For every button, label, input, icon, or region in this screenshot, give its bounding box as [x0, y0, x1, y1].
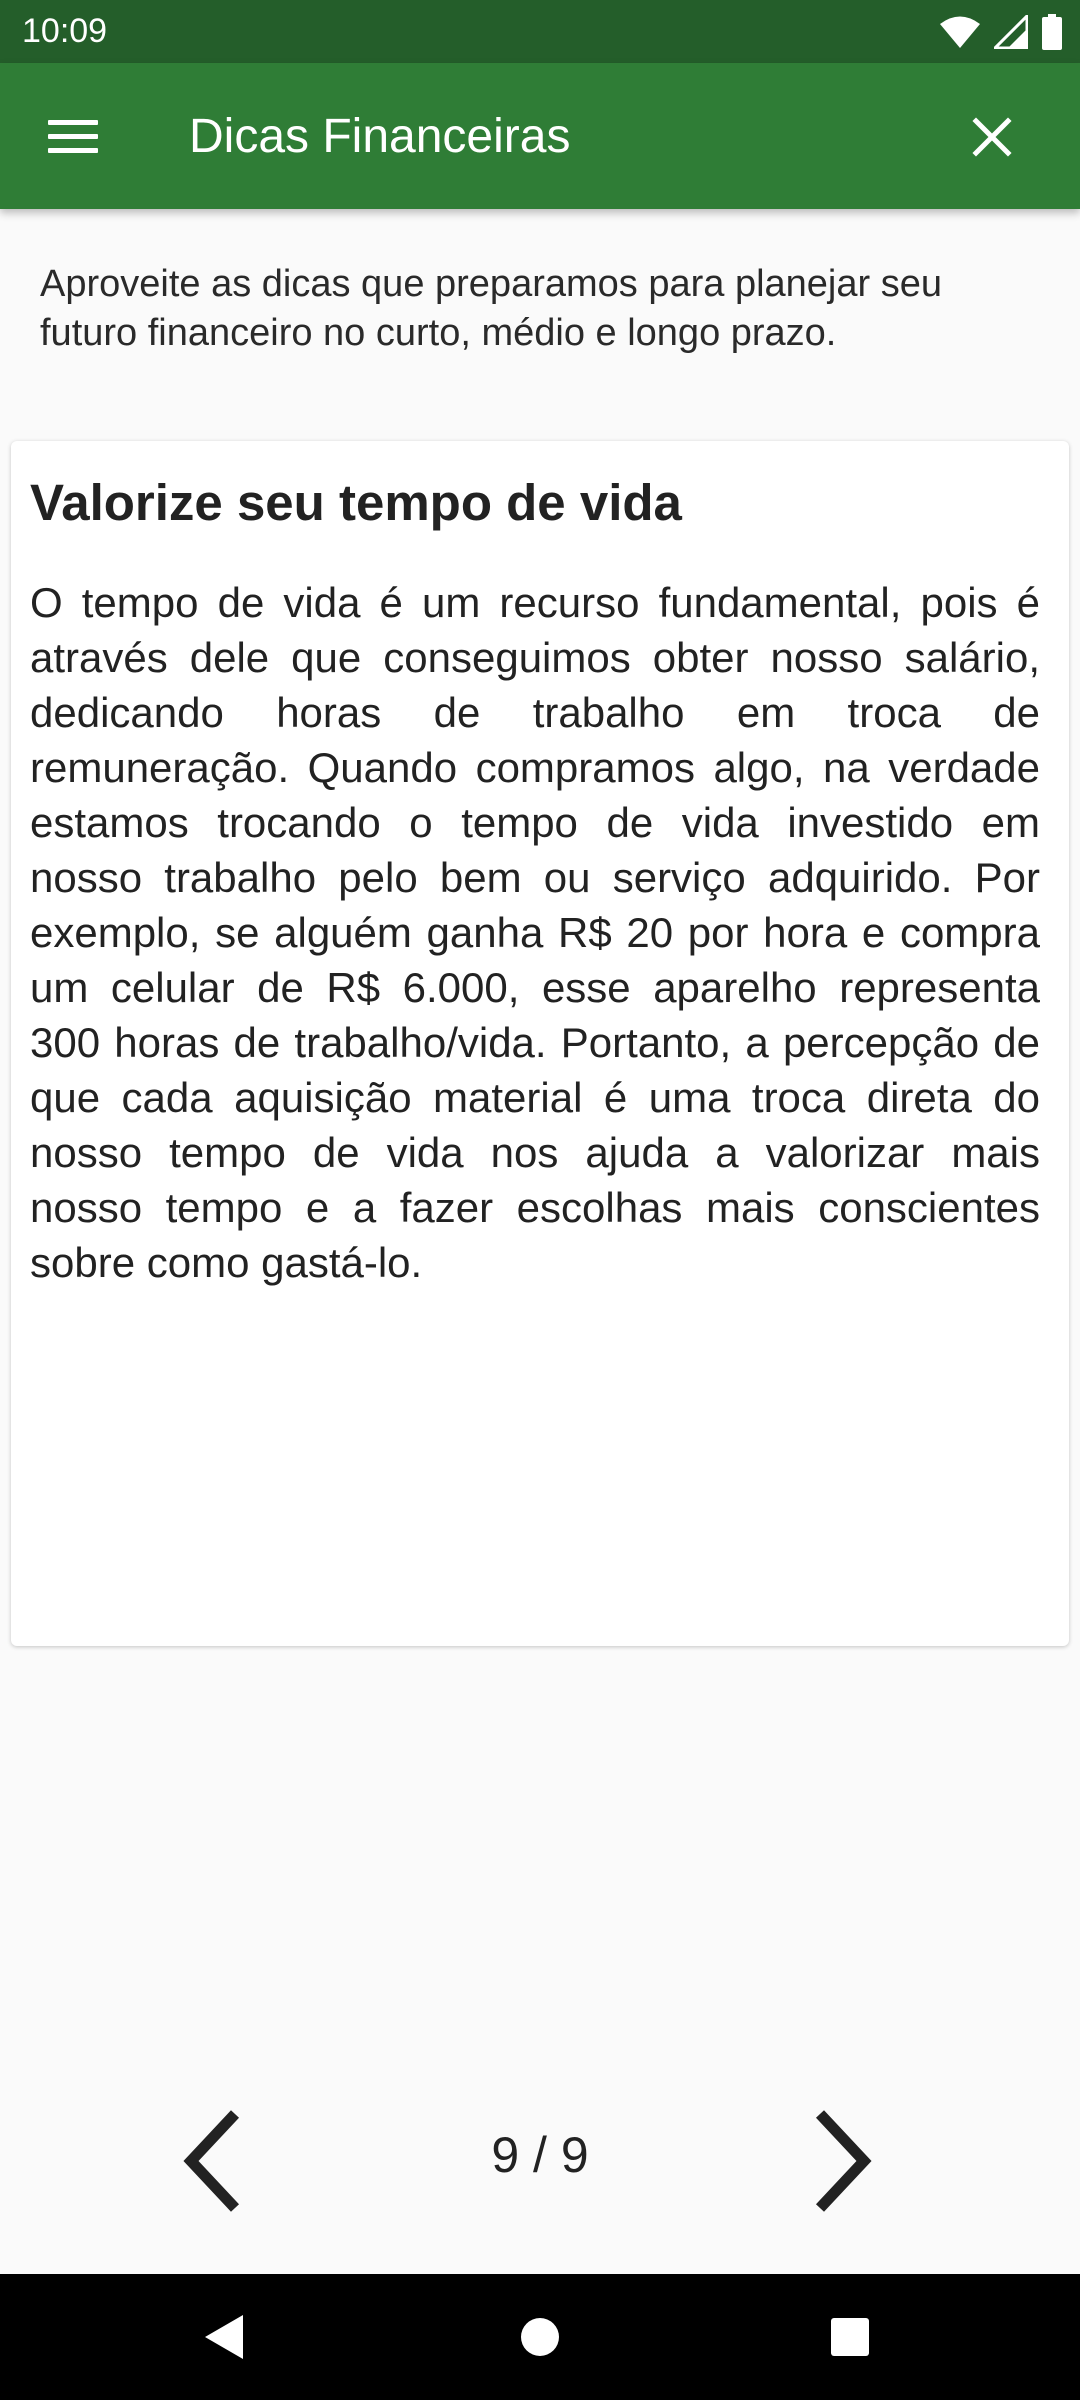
system-nav-bar: [0, 2274, 1080, 2400]
battery-icon: [1042, 14, 1062, 50]
app-bar: Dicas Financeiras: [0, 63, 1080, 209]
home-icon[interactable]: [510, 2307, 570, 2367]
tip-card: Valorize seu tempo de vida O tempo de vi…: [11, 441, 1069, 1646]
chevron-left-icon[interactable]: [175, 2106, 255, 2216]
status-time: 10:09: [22, 12, 108, 50]
tip-body: O tempo de vida é um recurso fundamental…: [30, 579, 1040, 1286]
signal-icon: [994, 15, 1028, 49]
status-icons: [940, 12, 1062, 52]
page-indicator: 9 / 9: [491, 2127, 589, 2183]
close-icon[interactable]: [968, 113, 1016, 161]
back-icon[interactable]: [195, 2307, 255, 2367]
tip-title: Valorize seu tempo de vida: [30, 474, 682, 531]
recents-icon[interactable]: [820, 2307, 880, 2367]
menu-icon[interactable]: [48, 120, 98, 154]
app-title: Dicas Financeiras: [189, 110, 571, 163]
intro-text: Aproveite as dicas que preparamos para p…: [40, 263, 942, 354]
pager: 9 / 9: [0, 2080, 1080, 2240]
status-bar: 10:09: [0, 0, 1080, 63]
chevron-right-icon[interactable]: [800, 2106, 880, 2216]
wifi-icon: [940, 16, 980, 48]
